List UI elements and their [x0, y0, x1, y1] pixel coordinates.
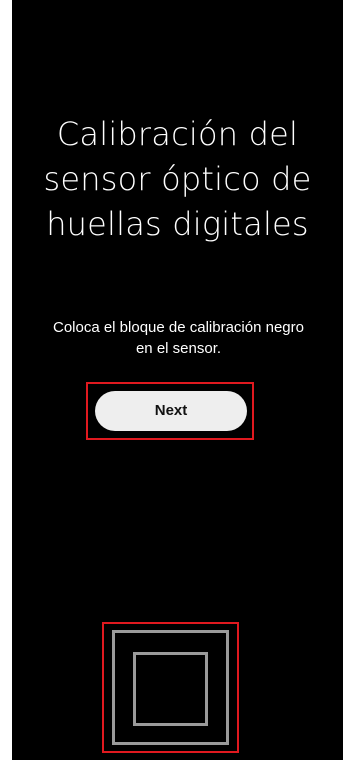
instruction-line-2: en el sensor.: [135, 340, 222, 357]
page-title: Calibración del sensor óptico de huellas…: [43, 115, 312, 243]
next-button[interactable]: Next: [95, 391, 247, 431]
sensor-inner-square: [133, 652, 208, 726]
instruction-line-1: Coloca el bloque de calibración negro: [52, 319, 304, 336]
instruction-text: Coloca el bloque de calibración negro en…: [14, 317, 343, 359]
